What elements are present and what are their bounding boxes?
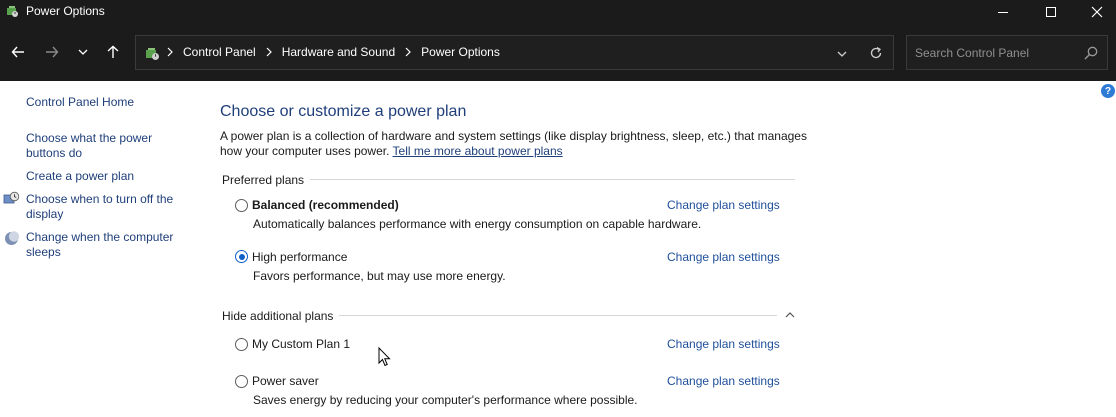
plan-name-balanced[interactable]: Balanced (recommended) <box>252 198 399 212</box>
change-plan-settings-high-performance[interactable]: Change plan settings <box>667 250 780 264</box>
back-button[interactable] <box>7 41 29 63</box>
change-plan-settings-my-custom-plan-1[interactable]: Change plan settings <box>667 337 780 351</box>
breadcrumb-hardware-and-sound[interactable]: Hardware and Sound <box>282 45 395 59</box>
hide-additional-plans-heading[interactable]: Hide additional plans <box>222 309 340 323</box>
refresh-button[interactable] <box>867 44 885 62</box>
power-options-location-icon <box>146 48 159 60</box>
plan-radio-balanced[interactable] <box>235 199 248 212</box>
arrow-up-icon <box>107 45 119 58</box>
moon-sleep-icon <box>5 231 20 245</box>
plan-description-high-performance: Favors performance, but may use more ene… <box>253 269 506 283</box>
computer-sleeps-link[interactable]: Change when the computer sleeps <box>26 230 191 260</box>
close-icon <box>1091 6 1103 18</box>
close-button[interactable] <box>1074 0 1116 24</box>
search-input[interactable] <box>907 36 1077 69</box>
power-options-app-icon <box>7 6 18 17</box>
title-bar: Power Options <box>0 0 1116 24</box>
chevron-right-icon <box>167 47 173 57</box>
arrow-right-icon <box>46 46 59 58</box>
change-plan-settings-power-saver[interactable]: Change plan settings <box>667 374 780 388</box>
plan-description-balanced: Automatically balances performance with … <box>253 217 702 231</box>
address-bar[interactable]: Control Panel Hardware and Sound Power O… <box>135 35 894 70</box>
question-mark-icon: ? <box>1104 85 1112 97</box>
chevron-down-icon <box>78 49 88 55</box>
plan-name-my-custom-plan-1[interactable]: My Custom Plan 1 <box>252 337 350 351</box>
change-plan-settings-balanced[interactable]: Change plan settings <box>667 198 780 212</box>
turn-off-display-link[interactable]: Choose when to turn off the display <box>26 192 191 222</box>
arrow-left-icon <box>11 46 24 58</box>
intro-text: A power plan is a collection of hardware… <box>220 129 810 159</box>
control-panel-home-link[interactable]: Control Panel Home <box>26 95 191 110</box>
preferred-plans-heading: Preferred plans <box>222 173 311 187</box>
recent-locations-button[interactable] <box>72 41 94 63</box>
maximize-button[interactable] <box>1028 0 1074 24</box>
mouse-pointer-icon <box>378 347 391 367</box>
chevron-right-icon <box>266 47 272 57</box>
minimize-icon <box>997 11 1008 13</box>
choose-power-buttons-link[interactable]: Choose what the power buttons do <box>26 131 191 161</box>
breadcrumb-power-options[interactable]: Power Options <box>421 45 500 59</box>
up-button[interactable] <box>102 41 124 63</box>
monitor-clock-icon <box>3 191 20 204</box>
plan-name-high-performance[interactable]: High performance <box>252 250 347 264</box>
chevron-down-icon <box>837 51 847 57</box>
plan-radio-my-custom-plan-1[interactable] <box>235 338 248 351</box>
plan-name-power-saver[interactable]: Power saver <box>252 374 319 388</box>
plan-radio-power-saver[interactable] <box>235 375 248 388</box>
maximize-icon <box>1045 6 1056 17</box>
breadcrumb: Control Panel Hardware and Sound Power O… <box>166 45 500 59</box>
forward-button[interactable] <box>41 41 63 63</box>
minimize-button[interactable] <box>980 0 1026 24</box>
page-title: Choose or customize a power plan <box>220 103 467 120</box>
address-history-dropdown[interactable] <box>833 45 851 63</box>
plan-description-power-saver: Saves energy by reducing your computer's… <box>253 393 638 407</box>
window-title: Power Options <box>26 4 105 18</box>
refresh-icon <box>870 46 882 59</box>
help-button[interactable]: ? <box>1101 84 1115 98</box>
create-power-plan-link[interactable]: Create a power plan <box>26 169 191 184</box>
navigation-bar: Control Panel Hardware and Sound Power O… <box>0 24 1116 81</box>
search-icon[interactable] <box>1083 45 1099 61</box>
breadcrumb-control-panel[interactable]: Control Panel <box>183 45 256 59</box>
plan-radio-high-performance[interactable] <box>235 250 248 263</box>
learn-more-power-plans-link[interactable]: Tell me more about power plans <box>393 144 563 158</box>
search-box[interactable] <box>906 35 1108 70</box>
chevron-up-icon[interactable] <box>784 309 796 321</box>
chevron-right-icon <box>405 47 411 57</box>
